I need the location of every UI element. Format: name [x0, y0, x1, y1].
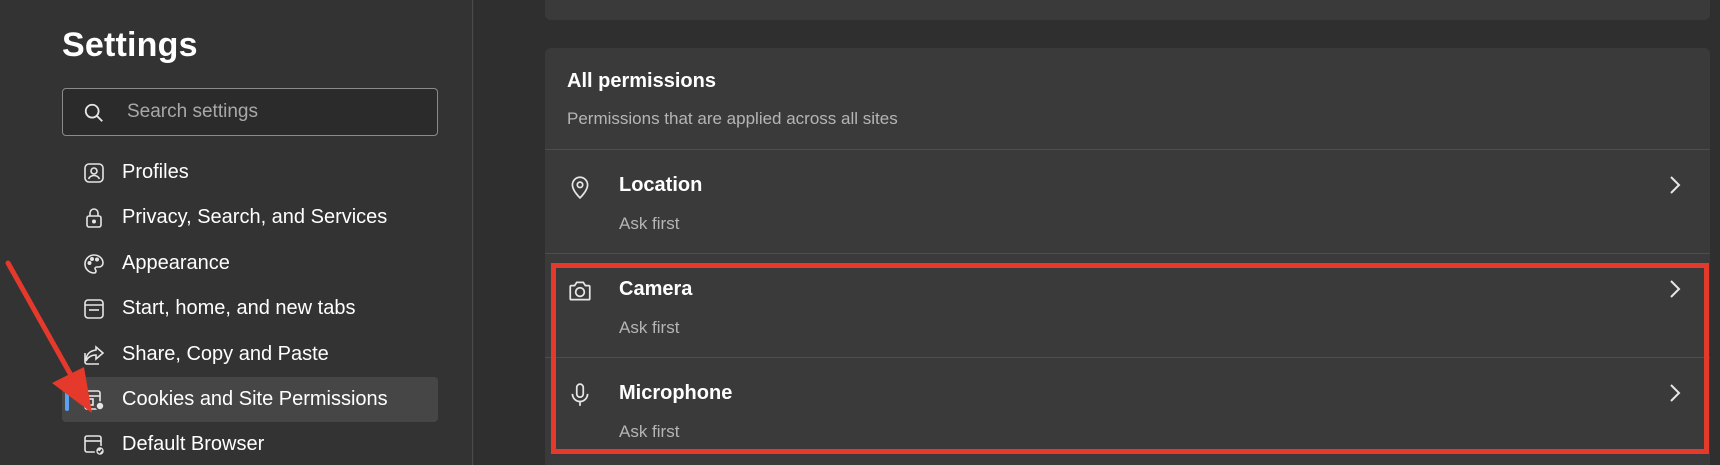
sidebar-item-label: Profiles [122, 161, 189, 183]
start-page-icon [84, 299, 104, 319]
sidebar: Settings Profiles [0, 0, 473, 465]
permission-status: Ask first [619, 214, 680, 233]
default-browser-icon [84, 435, 106, 457]
chevron-right-icon [1670, 280, 1681, 298]
settings-window: Settings Profiles [0, 0, 1720, 465]
permission-row-location[interactable]: Location Ask first [545, 150, 1710, 253]
sidebar-item-appearance[interactable]: Appearance [62, 241, 438, 286]
section-subtitle: Permissions that are applied across all … [567, 109, 898, 128]
sidebar-item-cookies[interactable]: Cookies and Site Permissions [62, 376, 438, 422]
chevron-right-icon [1670, 384, 1681, 402]
page-title: Settings [62, 26, 198, 64]
sidebar-item-label: Privacy, Search, and Services [122, 206, 388, 229]
profile-icon [84, 163, 104, 183]
sidebar-nav: Profiles Privacy, Search, and Services A… [62, 150, 438, 465]
sidebar-item-share[interactable]: Share, Copy and Paste [62, 332, 438, 377]
active-indicator [65, 387, 69, 411]
sidebar-item-label: Default Browser [122, 433, 265, 456]
sidebar-item-label: Cookies and Site Permissions [122, 387, 388, 410]
chevron-right-icon [1670, 176, 1681, 194]
lock-icon [86, 208, 102, 229]
previous-card [545, 0, 1710, 20]
sidebar-item-default-browser[interactable]: Default Browser [62, 422, 438, 465]
camera-icon [569, 281, 591, 301]
main-content: All permissions Permissions that are app… [474, 0, 1720, 465]
microphone-icon [571, 383, 589, 406]
all-permissions-card: All permissions Permissions that are app… [545, 48, 1710, 465]
permission-row-microphone[interactable]: Microphone Ask first [545, 358, 1710, 461]
site-permissions-icon [84, 390, 105, 411]
permission-status: Ask first [619, 422, 680, 441]
permission-status: Ask first [619, 318, 680, 337]
permission-name: Location [619, 174, 703, 196]
permission-name: Camera [619, 278, 693, 300]
permissions-header: All permissions Permissions that are app… [567, 70, 898, 129]
share-icon [84, 344, 105, 365]
sidebar-item-label: Appearance [122, 251, 230, 274]
sidebar-item-label: Share, Copy and Paste [122, 342, 329, 365]
permission-row-camera[interactable]: Camera Ask first [545, 254, 1710, 357]
permission-name: Microphone [619, 382, 733, 404]
location-pin-icon [571, 176, 589, 200]
search-box[interactable] [62, 88, 438, 136]
sidebar-item-start-home[interactable]: Start, home, and new tabs [62, 286, 438, 331]
sidebar-item-privacy[interactable]: Privacy, Search, and Services [62, 195, 438, 240]
section-title: All permissions [567, 70, 716, 92]
palette-icon [84, 253, 104, 274]
sidebar-item-label: Start, home, and new tabs [122, 297, 356, 320]
search-input[interactable] [127, 89, 427, 135]
search-icon [84, 103, 103, 122]
sidebar-item-profiles[interactable]: Profiles [62, 150, 438, 195]
